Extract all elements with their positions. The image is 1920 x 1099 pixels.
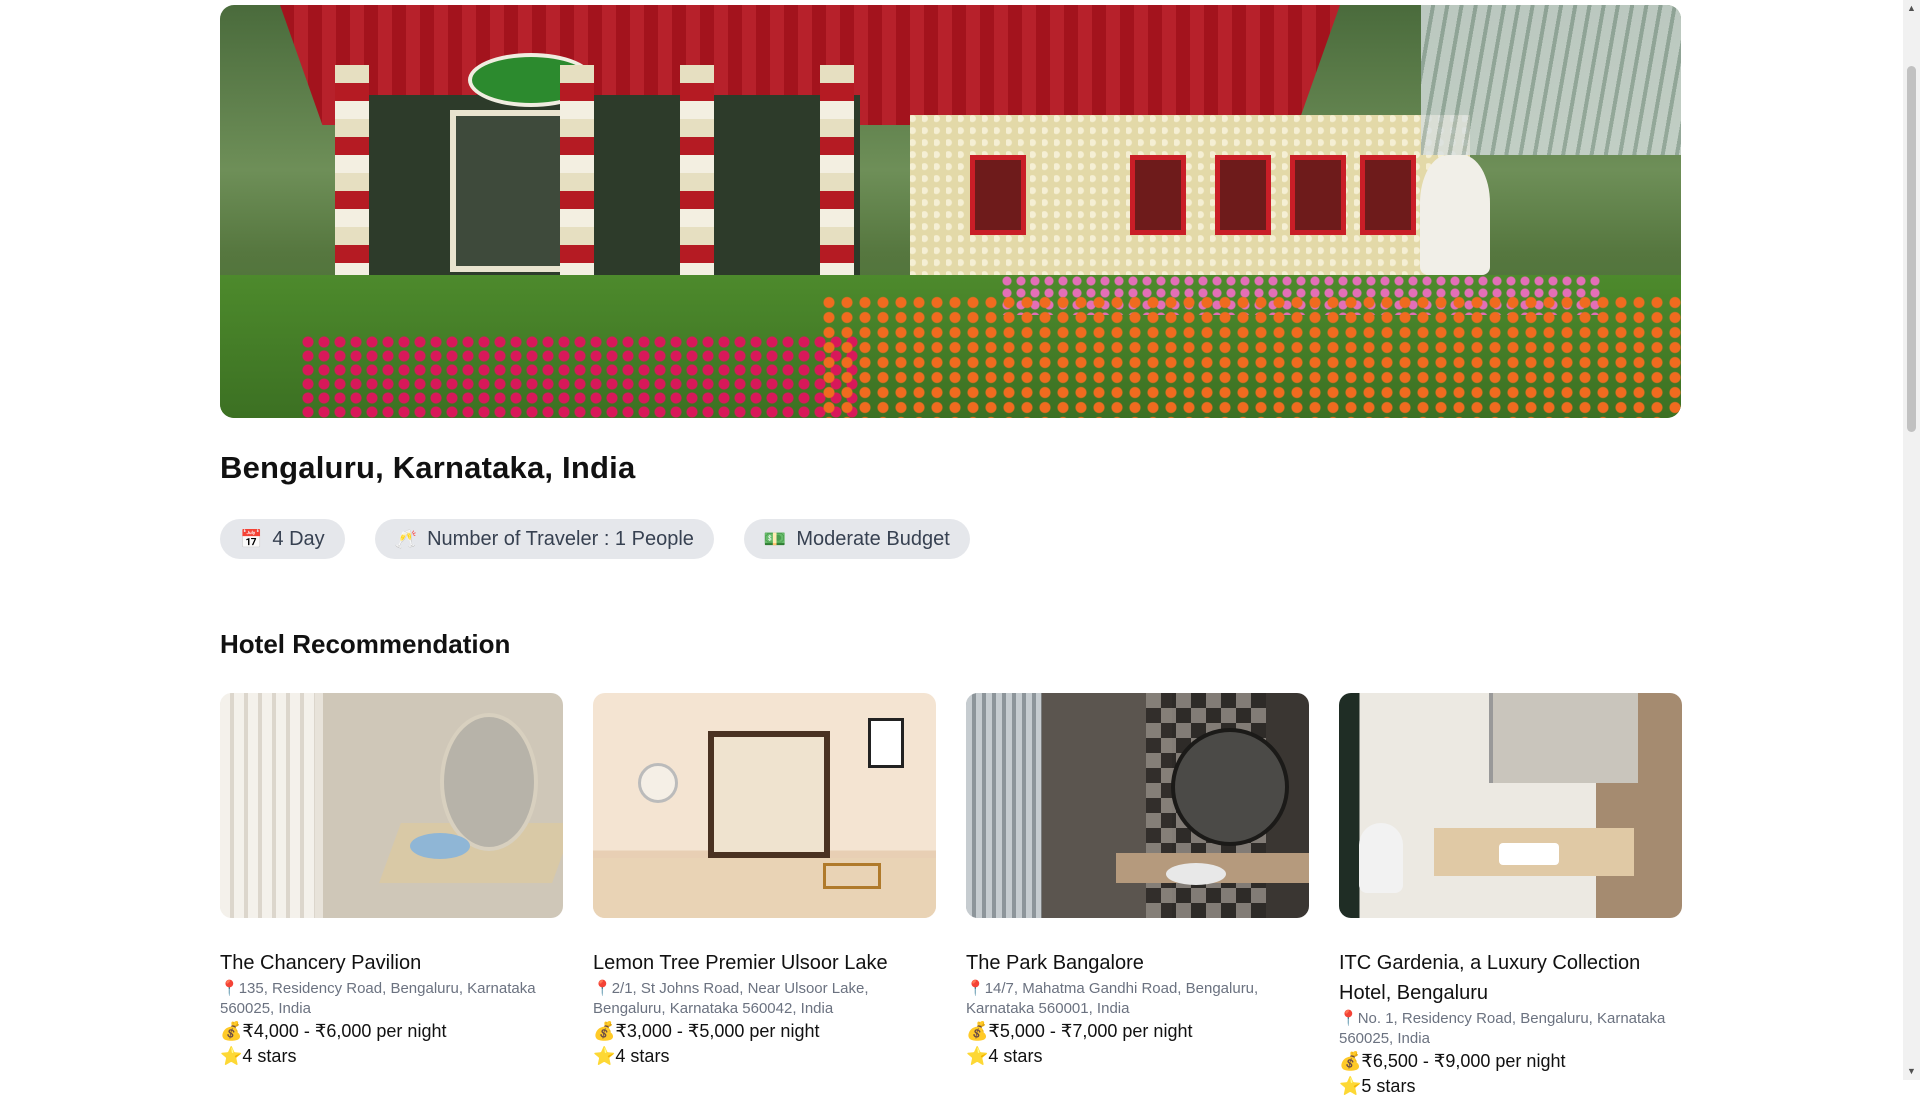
hotel-address: 📍No. 1, Residency Road, Bengaluru, Karna… — [1339, 1008, 1682, 1049]
hotel-address-text: 135, Residency Road, Bengaluru, Karnatak… — [220, 980, 536, 1017]
page-scrollbar[interactable]: ▲ ▼ — [1903, 0, 1920, 1080]
hotel-name: The Park Bangalore — [966, 952, 1144, 974]
hotel-address: 📍14/7, Mahatma Gandhi Road, Bengaluru, K… — [966, 978, 1309, 1019]
location-pin-icon: 📍 — [1339, 1009, 1358, 1027]
hotel-image — [220, 693, 563, 918]
money-bag-icon: 💰 — [1339, 1051, 1362, 1072]
hotel-rating-text: 5 stars — [1361, 1076, 1416, 1096]
hotel-rating-text: 4 stars — [242, 1046, 297, 1066]
hotel-address-text: 2/1, St Johns Road, Near Ulsoor Lake, Be… — [593, 980, 869, 1017]
hotel-rating: ⭐4 stars — [220, 1044, 563, 1069]
hotel-price: 💰₹4,000 - ₹6,000 per night — [220, 1019, 563, 1044]
hotel-price-text: ₹6,500 - ₹9,000 per night — [1361, 1051, 1566, 1071]
star-icon: ⭐ — [1339, 1076, 1362, 1097]
hotel-card[interactable]: The Park Bangalore 📍14/7, Mahatma Gandhi… — [966, 693, 1309, 1099]
hotel-card[interactable]: The Chancery Pavilion 📍135, Residency Ro… — [220, 693, 563, 1099]
hotel-list: The Chancery Pavilion 📍135, Residency Ro… — [220, 693, 1682, 1099]
hotel-price: 💰₹3,000 - ₹5,000 per night — [593, 1019, 936, 1044]
money-bag-icon: 💰 — [220, 1021, 243, 1042]
hotel-image — [593, 693, 936, 918]
travelers-chip: 🥂 Number of Traveler : 1 People — [374, 519, 714, 559]
money-bag-icon: 💰 — [593, 1021, 616, 1042]
hotel-image — [966, 693, 1309, 918]
trip-page: Bengaluru, Karnataka, India 📅 4 Day 🥂 Nu… — [220, 5, 1682, 1097]
hotel-price-text: ₹4,000 - ₹6,000 per night — [242, 1021, 447, 1041]
hotel-address: 📍2/1, St Johns Road, Near Ulsoor Lake, B… — [593, 978, 936, 1019]
location-pin-icon: 📍 — [593, 979, 612, 997]
traveler-icon: 🥂 — [394, 528, 418, 550]
hotel-name: ITC Gardenia, a Luxury Collection Hotel,… — [1339, 952, 1641, 1004]
hotel-name: The Chancery Pavilion — [220, 952, 422, 974]
travelers-label: Number of Traveler : 1 People — [427, 527, 694, 550]
hotel-price: 💰₹6,500 - ₹9,000 per night — [1339, 1049, 1682, 1074]
hotel-card[interactable]: ITC Gardenia, a Luxury Collection Hotel,… — [1339, 693, 1682, 1099]
hotel-address-text: 14/7, Mahatma Gandhi Road, Bengaluru, Ka… — [966, 980, 1259, 1017]
scroll-down-icon[interactable]: ▼ — [1903, 1063, 1920, 1080]
hotel-price: 💰₹5,000 - ₹7,000 per night — [966, 1019, 1309, 1044]
star-icon: ⭐ — [220, 1046, 243, 1067]
location-title: Bengaluru, Karnataka, India — [220, 450, 636, 485]
calendar-icon: 📅 — [240, 528, 263, 550]
scrollbar-thumb[interactable] — [1907, 66, 1916, 432]
duration-chip: 📅 4 Day — [220, 519, 345, 559]
location-pin-icon: 📍 — [220, 979, 239, 997]
star-icon: ⭐ — [966, 1046, 989, 1067]
hotel-price-text: ₹3,000 - ₹5,000 per night — [615, 1021, 820, 1041]
hotel-image — [1339, 693, 1682, 918]
budget-label: Moderate Budget — [796, 527, 950, 550]
hotel-price-text: ₹5,000 - ₹7,000 per night — [988, 1021, 1193, 1041]
budget-chip: 💵 Moderate Budget — [743, 519, 970, 559]
hotel-rating: ⭐5 stars — [1339, 1074, 1682, 1099]
location-pin-icon: 📍 — [966, 979, 985, 997]
money-bag-icon: 💰 — [966, 1021, 989, 1042]
hotel-address: 📍135, Residency Road, Bengaluru, Karnata… — [220, 978, 563, 1019]
hotel-rating: ⭐4 stars — [593, 1044, 936, 1069]
hotel-address-text: No. 1, Residency Road, Bengaluru, Karnat… — [1339, 1010, 1666, 1047]
scroll-up-icon[interactable]: ▲ — [1903, 0, 1920, 17]
destination-hero-image — [220, 5, 1681, 418]
hotel-rating-text: 4 stars — [988, 1046, 1043, 1066]
hotel-section-title: Hotel Recommendation — [220, 629, 511, 659]
duration-label: 4 Day — [272, 527, 325, 550]
hotel-rating: ⭐4 stars — [966, 1044, 1309, 1069]
star-icon: ⭐ — [593, 1046, 616, 1067]
hotel-rating-text: 4 stars — [615, 1046, 670, 1066]
hotel-name: Lemon Tree Premier Ulsoor Lake — [593, 952, 888, 974]
money-icon: 💵 — [763, 528, 787, 550]
trip-info-chips: 📅 4 Day 🥂 Number of Traveler : 1 People … — [220, 519, 970, 559]
hotel-card[interactable]: Lemon Tree Premier Ulsoor Lake 📍2/1, St … — [593, 693, 936, 1099]
